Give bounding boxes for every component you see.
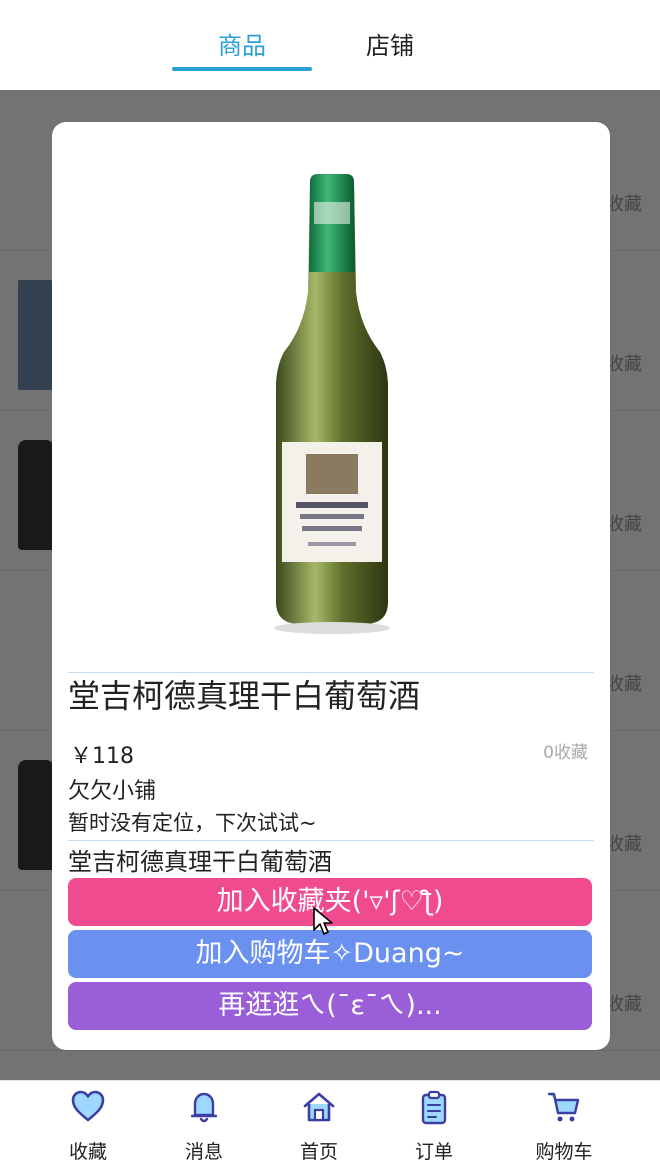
location-text: 暂时没有定位，下次试试~ (68, 811, 317, 835)
top-tab-bar: 商品 店铺 (0, 0, 660, 90)
nav-label: 收藏 (68, 1141, 107, 1163)
bottom-navigation: 收藏 消息 首页 订单 购物车 (0, 1080, 660, 1173)
continue-browsing-button[interactable]: 再逛逛ㄟ(¯ε¯ㄟ)... (68, 982, 592, 1030)
tab-goods[interactable]: 商品 (172, 28, 312, 64)
home-icon (303, 1092, 335, 1122)
mouse-cursor-icon (313, 907, 333, 935)
nav-label: 购物车 (535, 1141, 593, 1163)
active-tab-indicator (172, 67, 312, 71)
product-price: ￥118 (70, 744, 134, 769)
wine-bottle-image (274, 174, 390, 634)
nav-label: 订单 (414, 1141, 453, 1163)
clipboard-icon (421, 1090, 447, 1125)
cart-icon (547, 1092, 580, 1122)
nav-item-cart[interactable]: 购物车 (514, 1081, 614, 1173)
favorite-count: 0收藏 (543, 743, 588, 763)
nav-item-orders[interactable]: 订单 (384, 1081, 484, 1173)
heart-icon (71, 1090, 105, 1122)
add-to-cart-button[interactable]: 加入购物车✧Duang~ (68, 930, 592, 978)
nav-item-favorites[interactable]: 收藏 (38, 1081, 138, 1173)
nav-item-home[interactable]: 首页 (269, 1081, 369, 1173)
nav-label: 消息 (184, 1141, 223, 1163)
nav-item-messages[interactable]: 消息 (154, 1081, 254, 1173)
bell-icon (190, 1092, 218, 1123)
product-title: 堂吉柯德真理干白葡萄酒 (68, 677, 421, 715)
divider (68, 840, 594, 841)
product-description: 堂吉柯德真理干白葡萄酒 (68, 848, 332, 876)
tab-shop[interactable]: 店铺 (320, 28, 460, 64)
nav-label: 首页 (299, 1141, 338, 1163)
shop-name[interactable]: 欠欠小铺 (68, 777, 156, 807)
divider (68, 672, 594, 673)
